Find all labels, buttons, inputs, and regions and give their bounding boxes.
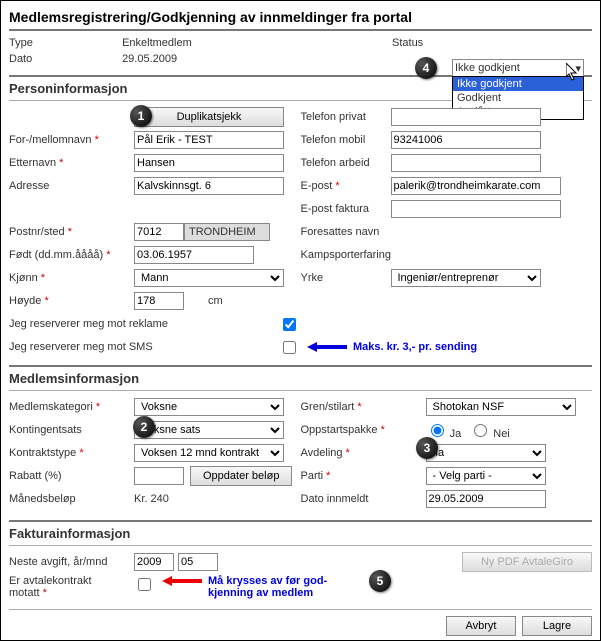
- address-input[interactable]: [134, 177, 284, 195]
- discount-input[interactable]: [134, 467, 184, 485]
- cancel-button[interactable]: Avbryt: [446, 616, 516, 636]
- pdf-avtalegiro-button[interactable]: Ny PDF AvtaleGiro: [462, 552, 592, 572]
- phone-work-label: Telefon arbeid: [301, 157, 391, 169]
- status-selected: Ikke godkjent: [455, 62, 520, 74]
- section-member: Medlemsinformasjon: [9, 365, 592, 391]
- gender-label: Kjønn: [9, 272, 134, 284]
- status-option-ikke-godkjent[interactable]: Ikke godkjent: [453, 77, 583, 91]
- email-input[interactable]: [391, 177, 561, 195]
- phone-mob-input[interactable]: [391, 131, 541, 149]
- duplikatsjekk-button[interactable]: Duplikatsjekk: [134, 107, 284, 127]
- contract-label: Kontraktstype: [9, 447, 134, 459]
- firstname-input[interactable]: [134, 131, 284, 149]
- cursor-icon: [566, 63, 580, 81]
- dept-select[interactable]: Ila: [426, 444, 546, 462]
- dob-label: Født (dd.mm.åååå): [9, 249, 134, 261]
- city-readonly: TRONDHEIM: [184, 223, 270, 241]
- height-unit: cm: [208, 295, 223, 307]
- reserve-sms-label: Jeg reserverer meg mot SMS: [9, 341, 279, 353]
- monthly-value: Kr. 240: [134, 493, 169, 505]
- startpack-yes[interactable]: Ja: [426, 421, 462, 440]
- page-title: Medlemsregistrering/Godkjenning av innme…: [9, 5, 592, 31]
- contract-note: Må krysses av før god- kjenning av medle…: [208, 575, 327, 599]
- reserve-ad-label: Jeg reserverer meg mot reklame: [9, 318, 279, 330]
- dept-label: Avdeling: [301, 447, 426, 459]
- category-select[interactable]: Voksne: [134, 398, 284, 416]
- startpack-label: Oppstartspakke: [301, 424, 426, 436]
- phone-mob-label: Telefon mobil: [301, 134, 391, 146]
- update-amount-button[interactable]: Oppdater beløp: [190, 466, 292, 486]
- phone-priv-input[interactable]: [391, 108, 541, 126]
- badge-1: 1: [130, 105, 152, 127]
- firstname-label: For-/mellomnavn: [9, 134, 134, 146]
- address-label: Adresse: [9, 180, 134, 192]
- arrow-blue-icon: [307, 341, 345, 353]
- rate-select[interactable]: Voksne sats: [134, 421, 284, 439]
- status-option-godkjent[interactable]: Godkjent: [453, 91, 583, 105]
- lastname-input[interactable]: [134, 154, 284, 172]
- section-invoice: Fakturainformasjon: [9, 520, 592, 546]
- rate-label: Kontingentsats: [9, 424, 134, 436]
- monthly-label: Månedsbeløp: [9, 493, 134, 505]
- date-label: Dato: [9, 53, 99, 65]
- guardian-label: Foresattes navn: [301, 226, 391, 238]
- type-value: Enkeltmedlem: [122, 37, 192, 49]
- next-fee-year-input[interactable]: [134, 553, 174, 571]
- style-label: Gren/stilart: [301, 401, 426, 413]
- party-select[interactable]: - Velg parti -: [426, 467, 546, 485]
- lastname-label: Etternavn: [9, 157, 134, 169]
- category-label: Medlemskategori: [9, 401, 134, 413]
- enrolled-input[interactable]: [426, 490, 546, 508]
- discount-label: Rabatt (%): [9, 470, 134, 482]
- email-inv-label: E-post faktura: [301, 203, 391, 215]
- badge-4: 4: [415, 57, 437, 79]
- party-label: Parti: [301, 470, 426, 482]
- reserve-ad-checkbox[interactable]: [283, 318, 296, 331]
- next-fee-month-input[interactable]: [178, 553, 218, 571]
- height-input[interactable]: [134, 292, 184, 310]
- job-select[interactable]: Ingeniør/entreprenør: [391, 269, 541, 287]
- type-label: Type: [9, 37, 99, 49]
- zip-label: Postnr/sted: [9, 226, 134, 238]
- height-label: Høyde: [9, 295, 134, 307]
- email-inv-input[interactable]: [391, 200, 561, 218]
- style-select[interactable]: Shotokan NSF: [426, 398, 576, 416]
- gender-select[interactable]: Mann: [134, 269, 284, 287]
- status-label: Status: [392, 37, 423, 49]
- save-button[interactable]: Lagre: [522, 616, 592, 636]
- zip-input[interactable]: [134, 223, 184, 241]
- email-label: E-post: [301, 180, 391, 192]
- badge-2: 2: [133, 416, 155, 438]
- job-label: Yrke: [301, 272, 391, 284]
- date-value: 29.05.2009: [122, 53, 177, 65]
- arrow-red-icon: [162, 575, 200, 587]
- reserve-sms-checkbox[interactable]: [283, 341, 296, 354]
- dob-input[interactable]: [134, 246, 254, 264]
- enrolled-label: Dato innmeldt: [301, 493, 426, 505]
- sms-note: Maks. kr. 3,- pr. sending: [353, 341, 477, 353]
- contract-received-checkbox[interactable]: [138, 578, 151, 591]
- phone-priv-label: Telefon privat: [301, 111, 391, 123]
- contract-select[interactable]: Voksen 12 mnd kontrakt: [134, 444, 284, 462]
- next-fee-label: Neste avgift, år/mnd: [9, 556, 134, 568]
- experience-label: Kampsporterfaring: [301, 249, 391, 261]
- phone-work-input[interactable]: [391, 154, 541, 172]
- badge-3: 3: [416, 437, 438, 459]
- startpack-no[interactable]: Nei: [469, 421, 510, 440]
- contract-received-label: Er avtalekontrakt motatt: [9, 575, 134, 599]
- status-select[interactable]: Ikke godkjent ▾: [452, 59, 584, 77]
